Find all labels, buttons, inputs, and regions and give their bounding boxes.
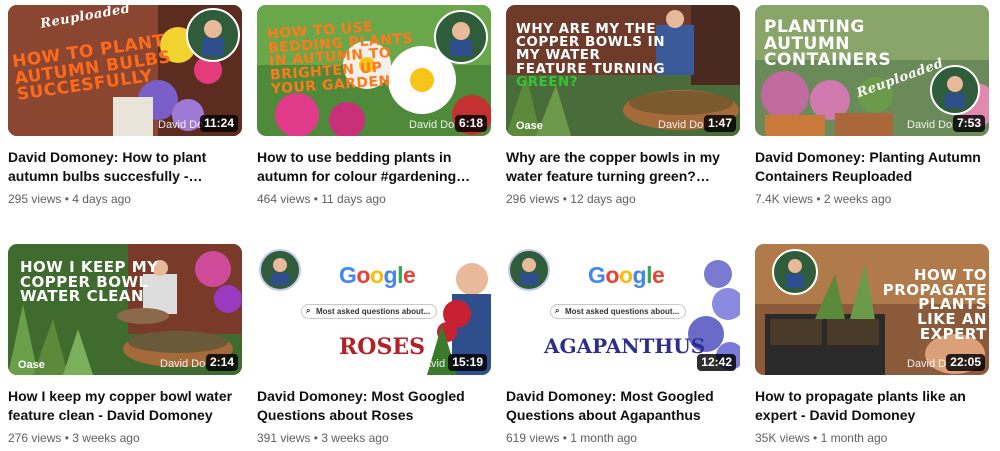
video-duration: 6:18: [454, 115, 487, 132]
video-card[interactable]: Planting autumn containers Reuploaded Da…: [755, 5, 989, 208]
video-thumbnail[interactable]: Google ⌕ Most asked questions about... AG…: [506, 244, 740, 375]
video-duration: 2:14: [205, 354, 238, 371]
video-title[interactable]: How I keep my copper bowl water feature …: [8, 387, 242, 425]
meta-separator: •: [313, 192, 318, 206]
video-card[interactable]: How I keep my copper bowl water clean Oa…: [8, 244, 242, 447]
video-title[interactable]: How to propagate plants like an expert -…: [755, 387, 989, 425]
upload-age: 11 days ago: [321, 192, 386, 206]
video-title[interactable]: David Domoney: How to plant autumn bulbs…: [8, 148, 242, 186]
video-duration: 15:19: [448, 354, 487, 371]
video-thumbnail[interactable]: Google ⌕ Most asked questions about... RO…: [257, 244, 491, 375]
meta-separator: •: [64, 192, 69, 206]
search-text: Most asked questions about...: [316, 307, 431, 316]
oase-logo: Oase: [18, 359, 45, 371]
video-meta: 391 views • 3 weeks ago: [257, 429, 491, 447]
thumbnail-big-word: ROSES: [339, 334, 425, 360]
video-thumbnail[interactable]: Why are my the copper bowls in my water …: [506, 5, 740, 136]
video-meta: 35K views • 1 month ago: [755, 429, 989, 447]
meta-separator: •: [816, 192, 821, 206]
video-card[interactable]: How to propagate plants like an expert D…: [755, 244, 989, 447]
thumbnail-title-text: Planting autumn containers: [764, 17, 892, 71]
video-thumbnail[interactable]: How to plant autumn bulbs succesfully Re…: [8, 5, 242, 136]
video-title[interactable]: David Domoney: Planting Autumn Container…: [755, 148, 989, 186]
channel-watermark: David Do: [409, 119, 455, 131]
video-duration: 1:47: [703, 115, 736, 132]
upload-age: 3 weeks ago: [321, 431, 389, 445]
upload-age: 12 days ago: [570, 192, 636, 206]
video-title[interactable]: Why are the copper bowls in my water fea…: [506, 148, 740, 186]
view-count: 391 views: [257, 431, 311, 445]
video-title[interactable]: David Domoney: Most Googled Questions ab…: [506, 387, 740, 425]
google-logo: Google: [588, 262, 665, 288]
video-meta: 296 views • 12 days ago: [506, 190, 740, 208]
video-duration: 11:24: [199, 115, 238, 132]
upload-age: 2 weeks ago: [823, 192, 892, 206]
video-title[interactable]: How to use bedding plants in autumn for …: [257, 148, 491, 186]
view-count: 619 views: [506, 431, 560, 445]
video-thumbnail[interactable]: Planting autumn containers Reuploaded Da…: [755, 5, 989, 136]
oase-logo: Oase: [516, 120, 543, 132]
thumbnail-title-text: How I keep my copper bowl water clean: [20, 258, 159, 306]
video-card[interactable]: Why are my the copper bowls in my water …: [506, 5, 740, 208]
view-count: 7.4K views: [755, 192, 814, 206]
meta-separator: •: [813, 431, 818, 445]
channel-watermark: David Do: [907, 119, 953, 131]
search-icon: ⌕: [306, 306, 311, 315]
video-card[interactable]: Google ⌕ Most asked questions about... RO…: [257, 244, 491, 447]
thumbnail-title-text: How to propagate plants like an expert: [882, 266, 987, 343]
channel-watermark: David Do: [158, 119, 204, 131]
thumbnail-title-text: How to use bedding plants in autumn to b…: [266, 19, 414, 98]
thumbnail-title-text: Why are my the copper bowls in my water …: [516, 21, 666, 90]
upload-age: 4 days ago: [72, 192, 131, 206]
view-count: 464 views: [257, 192, 311, 206]
video-card[interactable]: How to use bedding plants in autumn to b…: [257, 5, 491, 208]
upload-age: 1 month ago: [570, 431, 637, 445]
meta-separator: •: [313, 431, 318, 445]
video-card[interactable]: How to plant autumn bulbs succesfully Re…: [8, 5, 242, 208]
search-icon: ⌕: [555, 306, 560, 315]
video-card[interactable]: Google ⌕ Most asked questions about... AG…: [506, 244, 740, 447]
video-meta: 619 views • 1 month ago: [506, 429, 740, 447]
channel-watermark: David Do: [160, 358, 206, 370]
video-meta: 295 views • 4 days ago: [8, 190, 242, 208]
upload-age: 1 month ago: [820, 431, 888, 445]
video-thumbnail[interactable]: How to use bedding plants in autumn to b…: [257, 5, 491, 136]
video-meta: 276 views • 3 weeks ago: [8, 429, 242, 447]
search-text: Most asked questions about...: [565, 307, 680, 316]
google-logo: Google: [339, 262, 416, 288]
meta-separator: •: [64, 431, 69, 445]
thumbnail-big-word: AGAPANTHUS: [544, 334, 706, 358]
thumbnail-title-main: Why are my the copper bowls in my water …: [516, 21, 666, 77]
view-count: 276 views: [8, 431, 62, 445]
meta-separator: •: [562, 431, 567, 445]
upload-age: 3 weeks ago: [72, 431, 140, 445]
video-title[interactable]: David Domoney: Most Googled Questions ab…: [257, 387, 491, 425]
google-search-bar: ⌕ Most asked questions about...: [550, 304, 687, 319]
video-duration: 22:05: [946, 354, 985, 371]
thumbnail-title-highlight: green?: [516, 73, 579, 90]
view-count: 296 views: [506, 192, 560, 206]
video-thumbnail[interactable]: How to propagate plants like an expert D…: [755, 244, 989, 375]
video-meta: 464 views • 11 days ago: [257, 190, 491, 208]
channel-watermark: David: [417, 358, 446, 370]
video-meta: 7.4K views • 2 weeks ago: [755, 190, 989, 208]
view-count: 295 views: [8, 192, 62, 206]
google-search-bar: ⌕ Most asked questions about...: [301, 304, 438, 319]
view-count: 35K views: [755, 431, 810, 445]
video-duration: 12:42: [697, 354, 736, 371]
video-duration: 7:53: [952, 115, 985, 132]
video-thumbnail[interactable]: How I keep my copper bowl water clean Oa…: [8, 244, 242, 375]
channel-watermark: David Do: [658, 119, 704, 131]
meta-separator: •: [562, 192, 567, 206]
